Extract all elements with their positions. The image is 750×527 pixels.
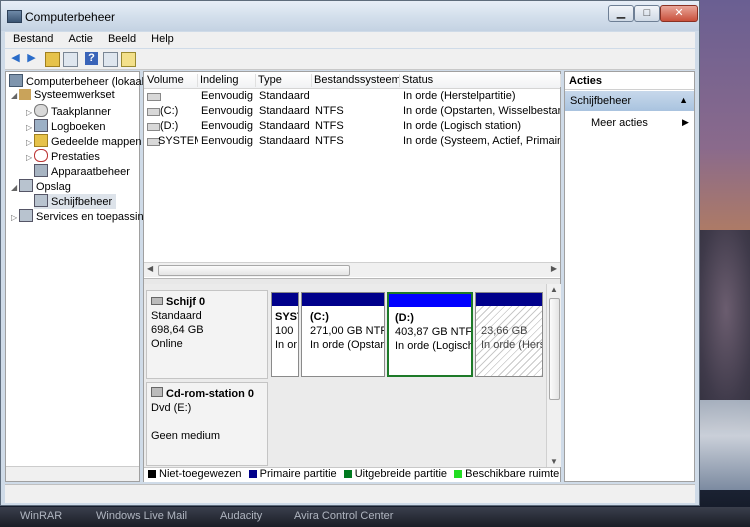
taskbar-item-audacity[interactable]: Audacity <box>220 510 262 522</box>
expanded-arrow-icon[interactable]: ◢ <box>11 183 19 192</box>
storage-icon <box>19 179 33 192</box>
volume-list-header: Volume Indeling Type Bestandssysteem Sta… <box>144 72 561 89</box>
performance-icon <box>34 149 48 162</box>
tree-item-schijfbeheer[interactable]: Schijfbeheer <box>34 194 117 209</box>
collapsed-arrow-icon[interactable]: ▷ <box>26 138 34 147</box>
tree-item-gedeelde-mappen[interactable]: ▷ Gedeelde mappen <box>26 134 142 149</box>
scroll-down-icon[interactable]: ▼ <box>550 457 558 466</box>
collapsed-arrow-icon[interactable]: ▷ <box>26 153 34 162</box>
scroll-thumb[interactable] <box>158 265 350 276</box>
column-bestandssysteem[interactable]: Bestandssysteem <box>311 74 400 87</box>
disk-graphical-view: Schijf 0 Standaard 698,64 GB Online SYST… <box>144 284 546 467</box>
scroll-right-icon[interactable]: ▶ <box>551 264 557 273</box>
back-arrow-icon[interactable]: ◀ <box>9 52 22 65</box>
window-title: Computerbeheer <box>25 10 116 24</box>
partition-system[interactable]: SYST100In or <box>271 292 299 377</box>
help-icon[interactable]: ? <box>85 52 98 65</box>
menu-help[interactable]: Help <box>151 33 174 45</box>
disk-management-icon <box>34 194 48 207</box>
tree-item-services[interactable]: ▷ Services en toepassing <box>11 209 150 224</box>
menu-bar: Bestand Actie Beeld Help <box>5 32 695 48</box>
toolbar: ◀ ▶ ? <box>5 49 695 70</box>
shared-folder-icon <box>34 134 48 147</box>
volume-row[interactable]: (C:) Eenvoudig Standaard NTFS In orde (O… <box>144 104 560 119</box>
volume-row[interactable]: SYSTEM Eenvoudig Standaard NTFS In orde … <box>144 134 560 149</box>
tree-item-root[interactable]: Computerbeheer (lokaal <box>9 74 144 89</box>
volume-list-horizontal-scrollbar[interactable]: ◀ ▶ <box>144 262 560 277</box>
taskbar: WinRAR Windows Live Mail Audacity Avira … <box>0 507 750 527</box>
volume-icon <box>147 108 160 116</box>
clock-icon <box>34 104 48 117</box>
legend-swatch-free <box>454 470 463 478</box>
partition-legend: Niet-toegewezen Primaire partitie Uitgeb… <box>144 467 560 482</box>
computer-management-window: Computerbeheer ▁ □ ✕ Bestand Actie Beeld… <box>0 0 700 506</box>
title-bar[interactable]: Computerbeheer ▁ □ ✕ <box>1 1 699 31</box>
tree-item-taakplanner[interactable]: ▷ Taakplanner <box>26 104 111 119</box>
taskbar-item-windows-live-mail[interactable]: Windows Live Mail <box>96 510 187 522</box>
taskbar-item-avira[interactable]: Avira Control Center <box>294 510 393 522</box>
computer-management-icon <box>7 10 22 23</box>
disk-0-label[interactable]: Schijf 0 Standaard 698,64 GB Online <box>146 290 268 379</box>
actions-pane: Acties Schijfbeheer ▲ Meer acties ▶ <box>564 71 695 482</box>
computer-icon <box>9 74 23 87</box>
close-button[interactable]: ✕ <box>660 5 698 22</box>
services-icon <box>19 209 33 222</box>
properties-icon[interactable] <box>103 52 118 67</box>
cdrom-0-label[interactable]: Cd-rom-station 0 Dvd (E:) Geen medium <box>146 382 268 466</box>
folder-up-icon[interactable] <box>45 52 60 67</box>
more-actions-item[interactable]: Meer acties <box>591 117 648 129</box>
menu-actie[interactable]: Actie <box>68 33 92 45</box>
cdrom-icon <box>151 387 163 397</box>
maximize-button[interactable]: □ <box>634 5 660 22</box>
actions-section-schijfbeheer[interactable]: Schijfbeheer ▲ <box>565 91 694 111</box>
legend-swatch-primary <box>248 470 257 478</box>
collapsed-arrow-icon[interactable]: ▷ <box>11 213 19 222</box>
tools-icon <box>19 89 31 100</box>
partition-d-selected[interactable]: (D:) 403,87 GB NTFS In orde (Logisch <box>387 292 473 377</box>
event-viewer-icon <box>34 119 48 132</box>
scroll-up-icon[interactable]: ▲ <box>550 285 558 294</box>
expanded-arrow-icon[interactable]: ◢ <box>11 91 19 100</box>
console-tree-icon[interactable] <box>63 52 78 67</box>
column-type[interactable]: Type <box>255 74 312 87</box>
volume-row[interactable]: (D:) Eenvoudig Standaard NTFS In orde (L… <box>144 119 560 134</box>
tree-item-logboeken[interactable]: ▷ Logboeken <box>26 119 105 134</box>
export-list-icon[interactable] <box>121 52 136 67</box>
disk-icon <box>151 297 163 305</box>
device-manager-icon <box>34 164 48 177</box>
submenu-arrow-icon[interactable]: ▶ <box>682 117 689 128</box>
tree-item-prestaties[interactable]: ▷ Prestaties <box>26 149 100 164</box>
collapse-up-icon[interactable]: ▲ <box>679 95 688 105</box>
menu-beeld[interactable]: Beeld <box>108 33 136 45</box>
column-volume[interactable]: Volume <box>144 74 198 87</box>
column-indeling[interactable]: Indeling <box>197 74 256 87</box>
column-status[interactable]: Status <box>399 74 561 87</box>
scroll-left-icon[interactable]: ◀ <box>147 264 153 273</box>
tree-item-apparaatbeheer[interactable]: Apparaatbeheer <box>34 164 130 179</box>
navigation-tree: Computerbeheer (lokaal ◢ Systeemwerkset ▷… <box>5 71 150 482</box>
menu-bestand[interactable]: Bestand <box>13 33 53 45</box>
status-bar <box>5 484 695 503</box>
volume-icon <box>147 93 161 101</box>
tree-item-systeemwerkset[interactable]: ◢ Systeemwerkset <box>11 89 115 104</box>
legend-swatch-unallocated <box>148 470 156 478</box>
disk-view-vertical-scrollbar[interactable]: ▲ ▼ <box>546 284 561 467</box>
scroll-thumb[interactable] <box>549 298 560 400</box>
partition-c[interactable]: (C:)271,00 GB NTFSIn orde (Opstart <box>301 292 385 377</box>
partition-recovery[interactable]: 23,66 GB In orde (Hers <box>475 292 543 377</box>
volume-row[interactable]: Eenvoudig Standaard In orde (Herstelpart… <box>144 89 560 104</box>
tree-horizontal-scrollbar[interactable] <box>6 466 139 481</box>
taskbar-item-winrar[interactable]: WinRAR <box>20 510 62 522</box>
collapsed-arrow-icon[interactable]: ▷ <box>26 108 34 117</box>
collapsed-arrow-icon[interactable]: ▷ <box>26 123 34 132</box>
disk-management-pane: Volume Indeling Type Bestandssysteem Sta… <box>143 71 561 482</box>
minimize-button[interactable]: ▁ <box>608 5 634 22</box>
actions-title: Acties <box>565 72 694 90</box>
tree-item-opslag[interactable]: ◢ Opslag <box>11 179 71 194</box>
forward-arrow-icon[interactable]: ▶ <box>25 52 38 65</box>
volume-icon <box>147 123 160 131</box>
legend-swatch-extended <box>343 470 352 478</box>
